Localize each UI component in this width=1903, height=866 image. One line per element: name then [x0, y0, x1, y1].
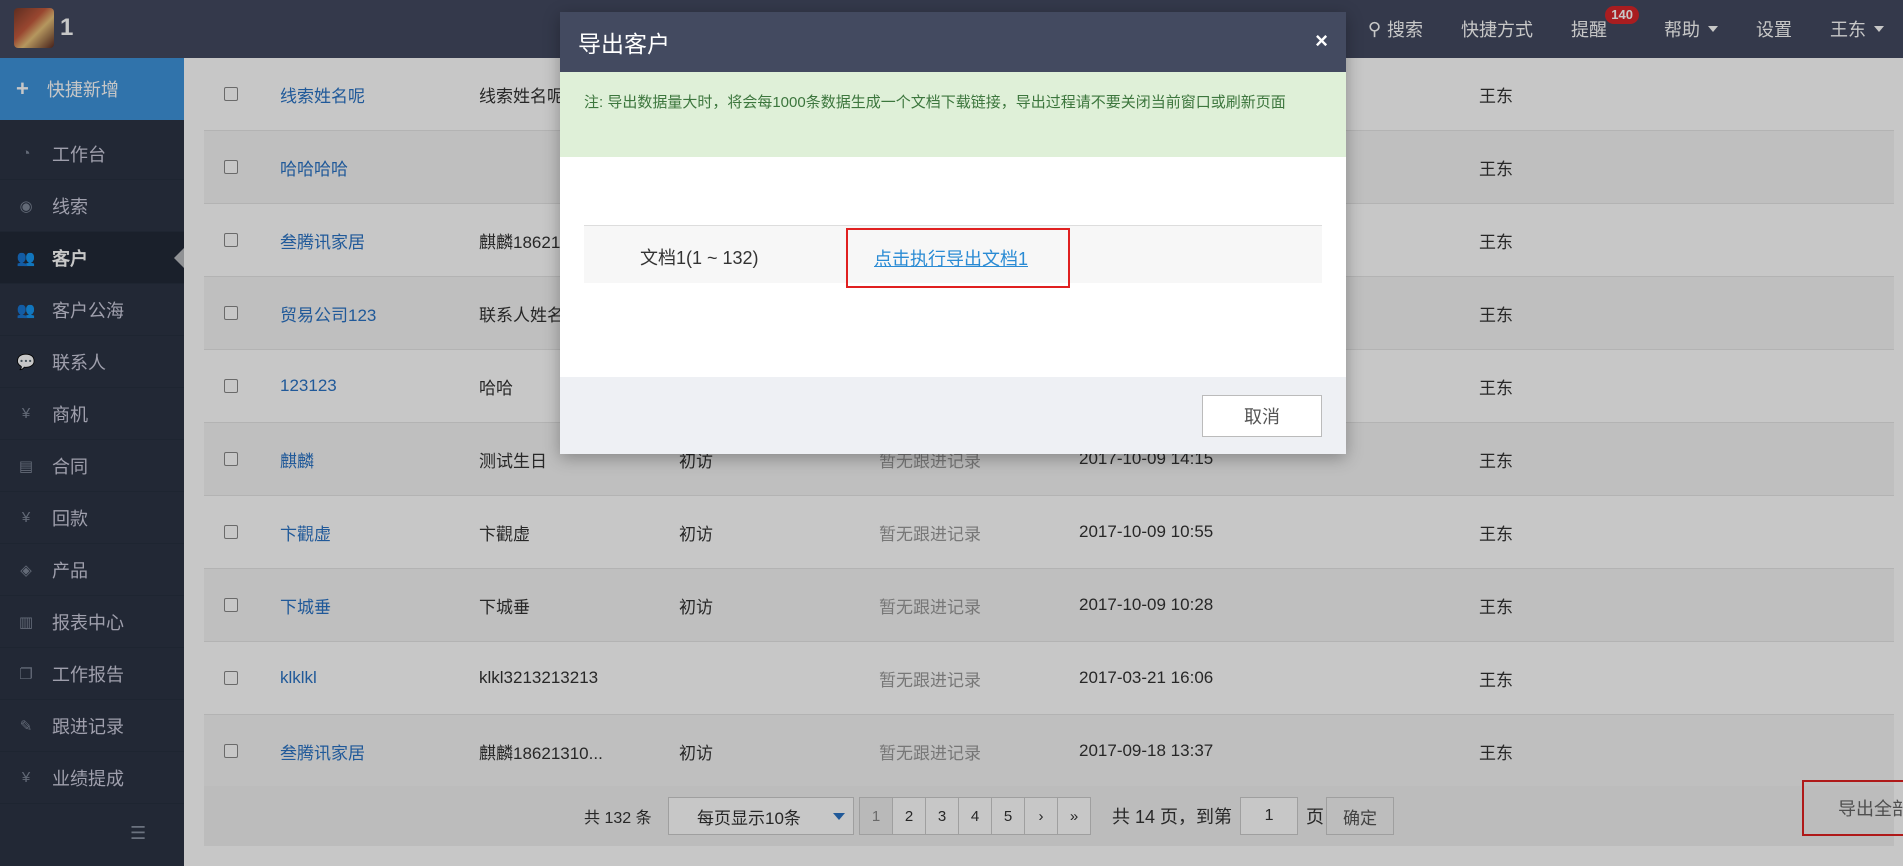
export-document-row: 文档1(1 ~ 132) 点击执行导出文档1 [584, 225, 1322, 288]
export-customer-dialog: 导出客户 × 注: 导出数据量大时，将会每1000条数据生成一个文档下载链接，导… [560, 12, 1346, 454]
dialog-body: 文档1(1 ~ 132) 点击执行导出文档1 [560, 157, 1346, 377]
export-document-link[interactable]: 点击执行导出文档1 [874, 245, 1028, 271]
export-link-highlight: 点击执行导出文档1 [846, 228, 1070, 288]
dialog-footer: 取消 [560, 377, 1346, 454]
dialog-title: 导出客户 [578, 31, 670, 57]
document-label: 文档1(1 ~ 132) [640, 248, 759, 268]
dialog-header: 导出客户 × [560, 12, 1346, 72]
cancel-button[interactable]: 取消 [1202, 395, 1322, 437]
export-notice: 注: 导出数据量大时，将会每1000条数据生成一个文档下载链接，导出过程请不要关… [560, 72, 1346, 157]
close-icon[interactable]: × [1315, 28, 1328, 54]
